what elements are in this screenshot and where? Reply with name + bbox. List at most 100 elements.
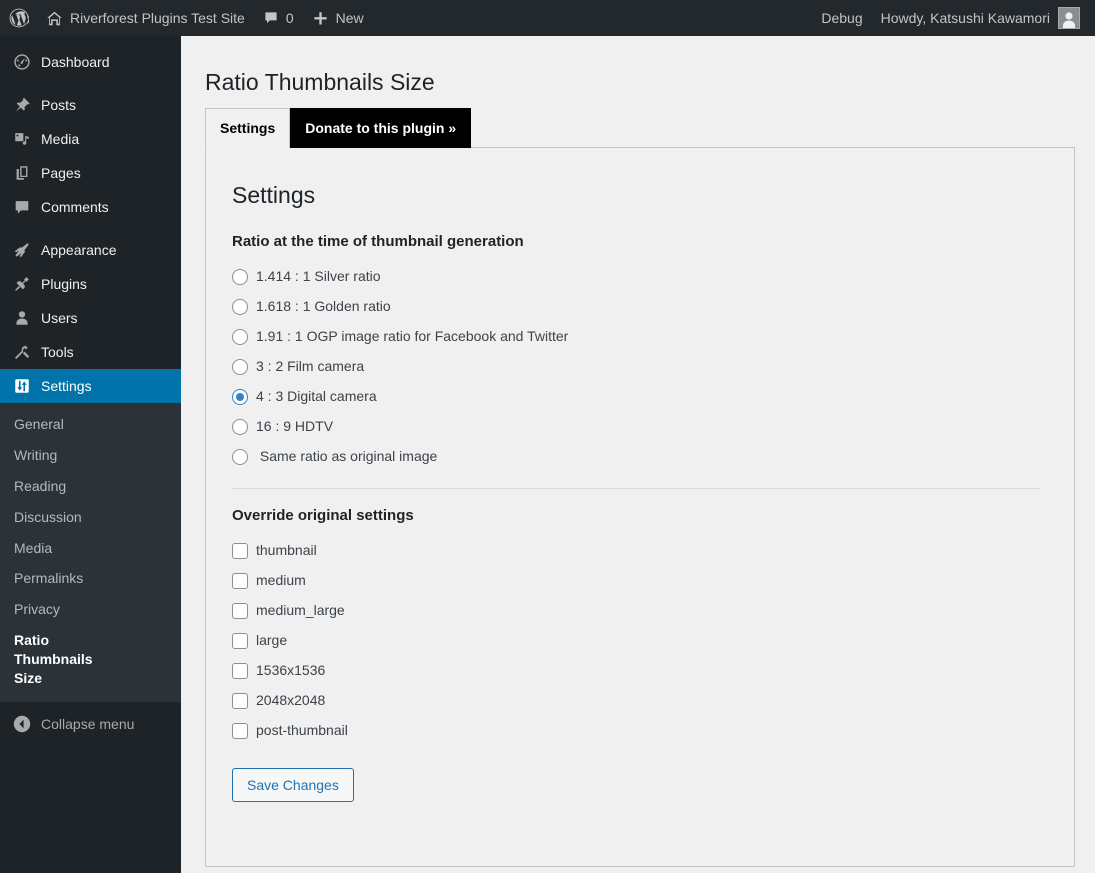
collapse-menu-label: Collapse menu [41,715,135,732]
checkbox-indicator[interactable] [232,722,248,739]
sidebar-item-label: Pages [41,165,81,181]
radio-indicator[interactable] [232,268,248,285]
comments-count: 0 [285,10,294,26]
sidebar-item-label: Appearance [41,242,117,258]
checkbox-option-label: post-thumbnail [256,721,348,738]
radio-option-label: 4 : 3 Digital camera [256,387,377,404]
checkbox-indicator[interactable] [232,662,248,679]
radio-option-same-ratio-as-original[interactable]: Same ratio as original image [232,442,1050,472]
sidebar-item-plugins[interactable]: Plugins [0,267,181,301]
submenu-item-discussion[interactable]: Discussion [0,502,181,533]
checkbox-option-thumbnail[interactable]: thumbnail [232,536,1050,566]
ratio-section-title: Ratio at the time of thumbnail generatio… [232,232,524,250]
sidebar-item-pages[interactable]: Pages [0,156,181,190]
checkbox-indicator[interactable] [232,632,248,649]
settings-submenu: General Writing Reading Discussion Media… [0,403,181,702]
dashboard-gauge-icon [12,52,32,72]
sidebar-item-media[interactable]: Media [0,122,181,156]
submenu-item-general[interactable]: General [0,409,181,440]
section-divider [232,487,1040,489]
radio-option-silver-ratio[interactable]: 1.414 : 1 Silver ratio [232,262,1050,292]
sidebar-item-appearance[interactable]: Appearance [0,233,181,267]
sidebar-item-dashboard[interactable]: Dashboard [0,45,181,79]
submenu-item-privacy[interactable]: Privacy [0,594,181,625]
avatar [1058,7,1080,29]
media-icon [12,129,32,149]
radio-option-ogp-ratio[interactable]: 1.91 : 1 OGP image ratio for Facebook an… [232,322,1050,352]
radio-option-golden-ratio[interactable]: 1.618 : 1 Golden ratio [232,292,1050,322]
checkbox-option-label: medium_large [256,601,345,618]
submenu-item-writing[interactable]: Writing [0,440,181,471]
pushpin-icon [12,95,32,115]
override-section-title: Override original settings [232,506,414,524]
checkbox-indicator[interactable] [232,542,248,559]
menu-spacer-1 [0,79,181,88]
radio-indicator[interactable] [232,328,248,345]
checkbox-option-label: large [256,631,288,648]
radio-option-film-camera[interactable]: 3 : 2 Film camera [232,352,1050,382]
radio-option-digital-camera[interactable]: 4 : 3 Digital camera [232,382,1050,412]
checkbox-option-label: thumbnail [256,541,317,558]
submenu-item-reading[interactable]: Reading [0,471,181,502]
checkbox-option-large[interactable]: large [232,626,1050,656]
sidebar-item-comments[interactable]: Comments [0,190,181,224]
ratio-radio-group: 1.414 : 1 Silver ratio 1.618 : 1 Golden … [232,262,1050,472]
checkbox-option-label: medium [256,571,306,588]
checkbox-indicator[interactable] [232,602,248,619]
submenu-item-media[interactable]: Media [0,533,181,564]
checkbox-indicator[interactable] [232,692,248,709]
site-name-button[interactable]: Riverforest Plugins Test Site [37,0,254,36]
sidebar-item-label: Settings [41,378,92,394]
wordpress-logo-button[interactable] [0,0,37,36]
new-content-button[interactable]: New [303,0,373,36]
sidebar-item-posts[interactable]: Posts [0,88,181,122]
checkbox-option-2048x2048[interactable]: 2048x2048 [232,686,1050,716]
radio-option-label: 3 : 2 Film camera [256,357,365,374]
sidebar-item-tools[interactable]: Tools [0,335,181,369]
save-changes-button[interactable]: Save Changes [232,767,354,802]
admin-sidebar: Dashboard Posts Media Pages Comments App… [0,36,189,873]
wrench-icon [12,342,32,362]
checkbox-option-medium[interactable]: medium [232,566,1050,596]
comment-bubble-icon [263,10,279,26]
submenu-item-ratio-thumbnails-size[interactable]: Ratio Thumbnails Size [0,625,110,694]
tab-donate-to-this-plugin[interactable]: Donate to this plugin » [290,107,472,148]
debug-button[interactable]: Debug [812,0,871,36]
my-account-button[interactable]: Howdy, Katsushi Kawamori [872,0,1089,36]
radio-indicator[interactable] [232,358,248,375]
sidebar-item-label: Media [41,131,80,147]
sidebar-item-label: Posts [41,97,77,113]
chevron-left-circle-icon [12,714,32,734]
submenu-item-permalinks[interactable]: Permalinks [0,563,181,594]
override-checkbox-group: thumbnail medium medium_large large 1536… [232,536,1050,746]
save-button-wrapper: Save Changes [232,767,1050,802]
comment-bubble-icon [12,197,32,217]
checkbox-option-medium-large[interactable]: medium_large [232,596,1050,626]
radio-indicator[interactable] [232,298,248,315]
tab-settings[interactable]: Settings [205,107,291,148]
radio-option-hdtv[interactable]: 16 : 9 HDTV [232,412,1050,442]
sidebar-item-label: Dashboard [41,54,110,70]
sidebar-item-label: Comments [41,199,109,215]
menu-spacer-top [0,36,181,45]
new-content-label: New [335,10,364,26]
checkbox-indicator[interactable] [232,572,248,589]
paintbrush-icon [12,240,32,260]
radio-indicator[interactable] [232,418,248,435]
sidebar-item-users[interactable]: Users [0,301,181,335]
page-title: Ratio Thumbnails Size [205,69,435,95]
radio-indicator-checked[interactable] [232,388,248,405]
radio-indicator[interactable] [232,448,248,465]
collapse-menu-button[interactable]: Collapse menu [0,706,181,742]
checkbox-option-post-thumbnail[interactable]: post-thumbnail [232,716,1050,746]
checkbox-option-1536x1536[interactable]: 1536x1536 [232,656,1050,686]
settings-heading: Settings [232,181,316,208]
sidebar-item-label: Tools [41,344,74,360]
sliders-icon [12,376,32,396]
sidebar-item-settings[interactable]: Settings [0,369,189,403]
settings-panel: Settings Ratio at the time of thumbnail … [205,146,1075,867]
site-name-label: Riverforest Plugins Test Site [70,10,245,26]
comments-button[interactable]: 0 [254,0,303,36]
plus-icon [312,10,329,27]
radio-option-label: 1.618 : 1 Golden ratio [256,297,391,314]
